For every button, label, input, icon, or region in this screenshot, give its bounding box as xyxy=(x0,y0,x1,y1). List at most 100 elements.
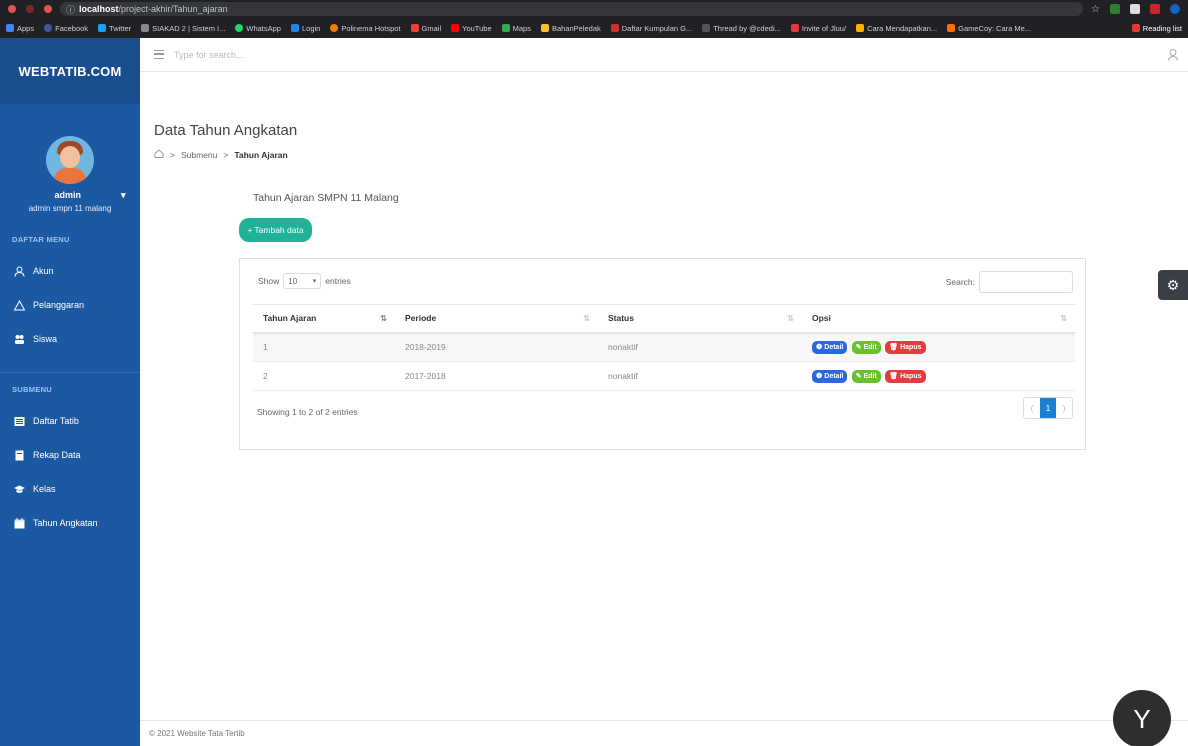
column-header-status[interactable]: Status ⇅ xyxy=(598,304,802,334)
entries-label: entries xyxy=(325,276,351,286)
breadcrumb: > Submenu > Tahun Ajaran xyxy=(154,149,288,160)
info-icon: ⓘ xyxy=(66,4,76,15)
sidebar-item-label: Pelanggaran xyxy=(33,300,85,310)
bookmark-gamecoy[interactable]: GameCoy: Cara Me... xyxy=(947,24,1031,33)
table-search-input[interactable] xyxy=(979,271,1073,293)
sidebar-item-akun[interactable]: Akun xyxy=(0,254,140,288)
sidebar-item-kelas[interactable]: Kelas xyxy=(0,472,140,506)
sort-icon: ⇅ xyxy=(787,314,794,323)
table-row: 1 2018-2019 nonaktif ❶ Detail ✎ Edit 🗑 Hapu… xyxy=(253,332,1075,362)
sidebar-item-daftar-tatib[interactable]: Daftar Tatib xyxy=(0,404,140,438)
address-bar[interactable]: ⓘ localhost/project-akhir/Tahun_ajaran xyxy=(60,2,1084,16)
settings-gear-icon[interactable]: ⚙ xyxy=(1158,270,1188,300)
show-label: Show xyxy=(258,276,280,286)
sidebar-item-label: Kelas xyxy=(33,484,56,494)
breadcrumb-submenu[interactable]: Submenu xyxy=(181,150,217,160)
brand-logo[interactable]: WEBTATIB.COM xyxy=(0,38,140,104)
menu-toggle-icon[interactable] xyxy=(154,50,164,59)
sidebar-item-label: Rekap Data xyxy=(33,450,81,460)
detail-button[interactable]: ❶ Detail xyxy=(812,340,848,354)
delete-button[interactable]: 🗑 Hapus xyxy=(885,369,926,383)
pagination-next[interactable]: ) xyxy=(1056,398,1072,418)
search-label: Search: xyxy=(945,277,975,287)
avatar[interactable] xyxy=(46,136,94,184)
cell-opsi: ❶ Detail ✎ Edit 🗑 Hapus xyxy=(802,332,1075,362)
file-icon xyxy=(14,450,25,461)
bookmark-gmail[interactable]: Gmail xyxy=(410,24,441,33)
sidebar-item-label: Siswa xyxy=(33,334,58,344)
section-title: Tahun Ajaran SMPN 11 Malang xyxy=(253,192,399,204)
table-row: 2 2017-2018 nonaktif ❶ Detail ✎ Edit 🗑 Hapu… xyxy=(253,361,1075,391)
breadcrumb-separator: > xyxy=(170,149,175,160)
list-icon xyxy=(14,416,25,427)
profile-icon[interactable] xyxy=(1170,4,1180,14)
data-table-card: Show 10 ▾ entries Search: Tahun Ajaran ⇅ … xyxy=(239,258,1086,450)
pagination: ( 1 ) xyxy=(1023,397,1073,419)
sidebar-item-pelanggaran[interactable]: Pelanggaran xyxy=(0,288,140,322)
bookmark-facebook[interactable]: Facebook xyxy=(44,24,88,33)
menu-section-title: SUBMENU xyxy=(12,385,53,394)
cell-periode: 2017-2018 xyxy=(395,361,598,391)
bookmark-siakad[interactable]: SIAKAD 2 | Sistem I... xyxy=(141,24,225,33)
forward-icon[interactable] xyxy=(26,5,34,13)
user-icon xyxy=(14,266,25,277)
bookmark-polinema[interactable]: Polinema Hotspot xyxy=(330,24,401,33)
column-header-periode[interactable]: Periode ⇅ xyxy=(395,304,598,334)
bookmark-thread[interactable]: Thread by @cdedi... xyxy=(702,24,781,33)
entries-select[interactable]: 10 ▾ xyxy=(283,273,322,289)
floating-app-logo[interactable]: Y xyxy=(1113,690,1171,746)
bookmark-maps[interactable]: Maps xyxy=(501,24,531,33)
bookmark-login[interactable]: Login xyxy=(290,24,320,33)
bookmark-daftar[interactable]: Daftar Kumpulan G... xyxy=(610,24,692,33)
star-icon[interactable]: ☆ xyxy=(1091,4,1100,15)
bookmarks-bar: Apps Facebook Twitter SIAKAD 2 | Sistem … xyxy=(0,18,1188,38)
breadcrumb-separator: > xyxy=(223,149,229,160)
extension-icon[interactable] xyxy=(1110,4,1120,14)
delete-button[interactable]: 🗑 Hapus xyxy=(885,340,926,354)
sidebar-item-siswa[interactable]: Siswa xyxy=(0,322,140,356)
pencil-icon: ✎ xyxy=(855,373,862,380)
user-account-icon[interactable] xyxy=(1168,49,1178,61)
calendar-icon xyxy=(14,517,25,529)
cell-periode: 2018-2019 xyxy=(395,332,598,362)
browser-chrome: ⓘ localhost/project-akhir/Tahun_ajaran ☆… xyxy=(0,0,1188,38)
bookmark-apps[interactable]: Apps xyxy=(6,24,34,33)
bookmark-whatsapp[interactable]: WhatsApp xyxy=(235,24,281,33)
sort-icon: ⇅ xyxy=(583,314,590,323)
home-icon[interactable] xyxy=(154,149,164,160)
trash-icon: 🗑 xyxy=(889,373,899,380)
sidebar-item-label: Tahun Angkatan xyxy=(33,518,98,528)
reload-icon[interactable] xyxy=(44,5,52,13)
cell-tahun-ajaran: 2 xyxy=(253,361,395,391)
bookmark-invite[interactable]: Invite of Jluu/ xyxy=(790,24,846,33)
menu-section-title: DAFTAR MENU xyxy=(12,235,70,244)
plus-icon: + xyxy=(247,225,253,235)
column-header-opsi[interactable]: Opsi ⇅ xyxy=(802,304,1075,334)
extension-icon-2[interactable] xyxy=(1130,4,1140,14)
pagination-page-1[interactable]: 1 xyxy=(1040,398,1056,418)
table-header-row: Tahun Ajaran ⇅ Periode ⇅ Status ⇅ Opsi ⇅ xyxy=(253,304,1075,334)
chevron-down-icon: ▾ xyxy=(120,190,126,200)
column-header-tahun-ajaran[interactable]: Tahun Ajaran ⇅ xyxy=(253,304,395,334)
edit-button[interactable]: ✎ Edit xyxy=(851,340,881,354)
bookmark-bahanpeledak[interactable]: BahanPeledak xyxy=(540,24,601,33)
bookmark-youtube[interactable]: YouTube xyxy=(451,24,492,33)
edit-button[interactable]: ✎ Edit xyxy=(851,369,881,383)
cell-tahun-ajaran: 1 xyxy=(253,332,395,362)
back-icon[interactable] xyxy=(8,5,16,13)
profile-dropdown[interactable]: admin ▾ xyxy=(0,190,140,201)
sidebar-item-rekap-data[interactable]: Rekap Data xyxy=(0,438,140,472)
sidebar-item-label: Akun xyxy=(33,266,54,276)
bookmark-twitter[interactable]: Twitter xyxy=(98,24,131,33)
detail-button[interactable]: ❶ Detail xyxy=(812,369,848,383)
search-input[interactable] xyxy=(174,49,574,60)
pagination-previous[interactable]: ( xyxy=(1024,398,1040,418)
profile-name: admin xyxy=(54,190,81,200)
add-data-button[interactable]: + Tambah data xyxy=(239,218,312,242)
bookmark-cara[interactable]: Cara Mendapatkan... xyxy=(856,24,937,33)
reading-list[interactable]: Reading list xyxy=(1131,24,1182,33)
sidebar-item-tahun-angkatan[interactable]: Tahun Angkatan xyxy=(0,506,140,540)
main-content: Data Tahun Angkatan > Submenu > Tahun Aj… xyxy=(140,72,1188,720)
extension-icon-3[interactable] xyxy=(1150,4,1160,14)
add-data-label: Tambah data xyxy=(254,225,304,235)
